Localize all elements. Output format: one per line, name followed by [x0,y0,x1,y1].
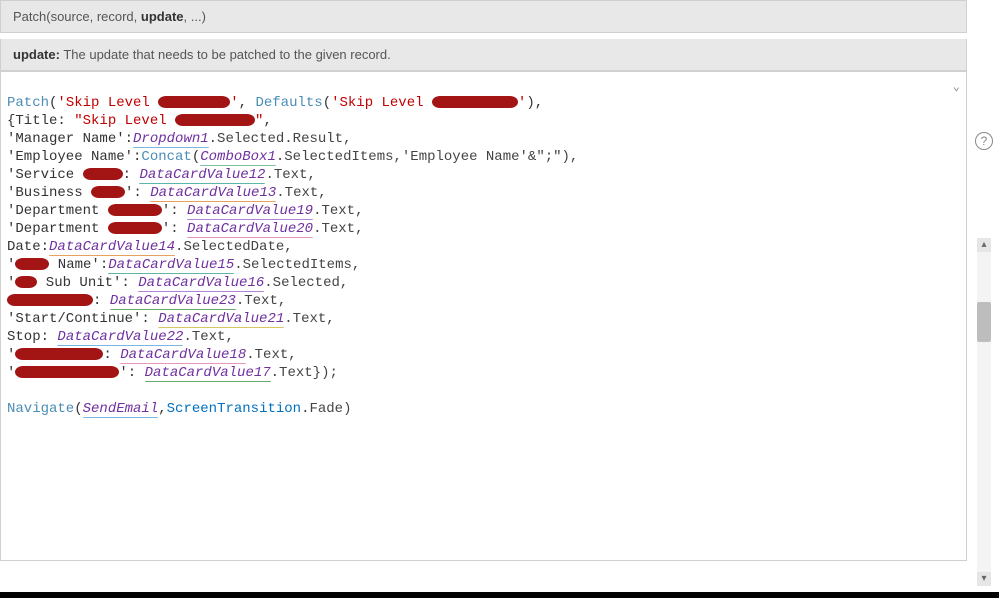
dc23-ref: DataCardValue23 [110,293,236,310]
help-icon[interactable]: ? [975,132,993,150]
fn-navigate: Navigate [7,401,74,417]
sig-prefix: Patch(source, record, [13,9,141,24]
description-bar: update: The update that needs to be patc… [0,39,967,71]
vertical-scrollbar[interactable]: ▴ ▾ [977,238,991,586]
dc20-ref: DataCardValue20 [187,221,313,238]
redaction [158,96,230,108]
redaction [15,276,37,288]
redaction [432,96,518,108]
taskbar [0,592,999,598]
signature-bar: Patch(source, record, update, ...) [0,0,967,33]
dc15-ref: DataCardValue15 [108,257,234,274]
sendemail-ref: SendEmail [83,401,159,418]
sig-bold: update [141,9,184,24]
combobox1-ref: ComboBox1 [200,149,276,166]
fn-patch: Patch [7,95,49,111]
scroll-track[interactable] [977,252,991,572]
redaction [15,348,103,360]
desc-text: The update that needs to be patched to t… [60,47,391,62]
dc14-ref: DataCardValue14 [49,239,175,256]
redaction [91,186,125,198]
right-rail: ? ▴ ▾ [969,0,999,598]
redaction [15,258,49,270]
redaction [175,114,255,126]
scroll-up-icon[interactable]: ▴ [977,238,991,252]
redaction [108,222,162,234]
dc17-ref: DataCardValue17 [145,365,271,382]
redaction [15,366,119,378]
redaction [108,204,162,216]
dc12-ref: DataCardValue12 [139,167,265,184]
redaction [7,294,93,306]
scroll-thumb[interactable] [977,302,991,342]
redaction [83,168,123,180]
fn-defaults: Defaults [255,95,322,111]
dc22-ref: DataCardValue22 [57,329,183,346]
dc16-ref: DataCardValue16 [138,275,264,292]
dc13-ref: DataCardValue13 [150,185,276,202]
dropdown1-ref: Dropdown1 [133,131,209,148]
sig-suffix: , ...) [184,9,206,24]
dc21-ref: DataCardValue21 [158,311,284,328]
fn-concat: Concat [141,149,191,165]
desc-bold: update: [13,47,60,62]
expand-chevron-icon[interactable]: ⌄ [953,78,960,96]
scroll-down-icon[interactable]: ▾ [977,572,991,586]
dc18-ref: DataCardValue18 [120,347,246,364]
dc19-ref: DataCardValue19 [187,203,313,220]
formula-editor[interactable]: Patch('Skip Level ', Defaults('Skip Leve… [0,71,967,561]
